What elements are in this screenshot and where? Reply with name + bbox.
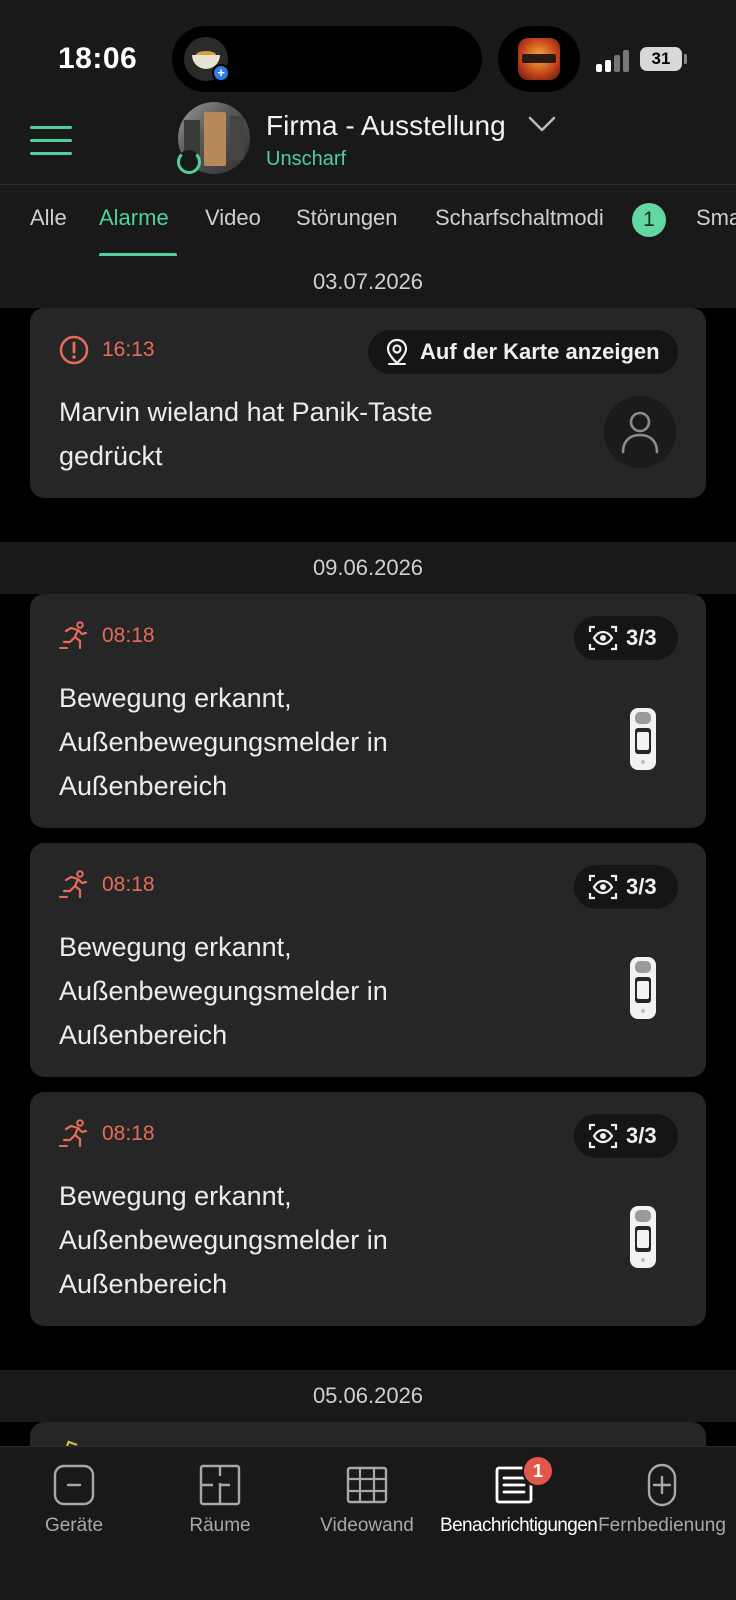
status-bar: 18:06 + 31	[0, 0, 736, 100]
tab-stoerungen[interactable]: Störungen	[296, 205, 398, 231]
event-time: 08:18	[102, 1122, 155, 1145]
event-text-line: gedrückt	[59, 441, 163, 471]
eye-scan-icon	[588, 1123, 618, 1149]
nav-benachrichtigungen[interactable]: 1 Benachrichtigungen	[440, 1447, 598, 1557]
photo-count-button[interactable]: 3/3	[574, 1114, 678, 1158]
remote-control-icon	[647, 1463, 677, 1507]
event-text-line: Außenbereich	[59, 771, 228, 801]
game-app-icon	[518, 38, 560, 80]
tab-badge: 1	[632, 203, 666, 237]
nav-raeume[interactable]: Räume	[146, 1447, 294, 1557]
nav-geraete[interactable]: Geräte	[0, 1447, 148, 1557]
notification-tabs: Alle Alarme Video Störungen Scharfschalt…	[0, 184, 736, 256]
map-pin-icon	[386, 338, 408, 365]
plus-badge-icon: +	[212, 64, 230, 82]
photo-count-button[interactable]: 3/3	[574, 865, 678, 909]
event-time: 08:18	[102, 873, 155, 896]
video-wall-icon	[346, 1466, 388, 1504]
event-text-line: Außenbereich	[59, 1269, 228, 1299]
event-text-line: Außenbewegungsmelder in	[59, 976, 388, 1006]
alert-circle-icon	[59, 335, 89, 365]
motion-running-icon	[59, 1119, 88, 1148]
battery-indicator: 31	[640, 47, 682, 71]
event-card-panic[interactable]: 16:13 Auf der Karte anzeigen Marvin wiel…	[30, 308, 706, 498]
sync-spinner-icon	[177, 150, 201, 174]
date-separator: 09.06.2026	[0, 542, 736, 594]
tab-video[interactable]: Video	[205, 205, 261, 231]
tab-alle[interactable]: Alle	[30, 205, 67, 231]
tab-alarme[interactable]: Alarme	[99, 205, 169, 231]
nav-videowand[interactable]: Videowand	[293, 1447, 441, 1557]
event-text-line: Marvin wieland hat Panik-Taste	[59, 397, 433, 427]
event-card-motion[interactable]: 08:18 3/3 Bewegung erkannt, Außenbewegun…	[30, 594, 706, 828]
device-icon	[53, 1464, 95, 1506]
show-on-map-label: Auf der Karte anzeigen	[420, 339, 660, 364]
eye-scan-icon	[588, 874, 618, 900]
event-time: 08:18	[102, 624, 155, 647]
nav-label: Fernbedienung	[598, 1515, 726, 1536]
date-separator: 03.07.2026	[0, 256, 736, 308]
nav-label: Räume	[189, 1515, 251, 1536]
motion-running-icon	[59, 870, 88, 899]
chevron-down-icon[interactable]	[528, 114, 556, 134]
nav-label: Geräte	[44, 1515, 104, 1536]
outdoor-motion-detector-icon	[630, 708, 656, 770]
event-card-motion[interactable]: 08:18 3/3 Bewegung erkannt, Außenbewegun…	[30, 1092, 706, 1326]
hub-arming-status: Unscharf	[266, 148, 347, 170]
cellular-signal-icon	[596, 50, 630, 72]
event-text-line: Bewegung erkannt,	[59, 932, 292, 962]
hamburger-menu-icon[interactable]	[30, 126, 72, 158]
person-avatar-icon	[604, 396, 676, 468]
rooms-icon	[199, 1464, 241, 1506]
event-text-line: Außenbewegungsmelder in	[59, 727, 388, 757]
nav-fernbedienung[interactable]: Fernbedienung	[588, 1447, 736, 1557]
eye-scan-icon	[588, 625, 618, 651]
outdoor-motion-detector-icon	[630, 1206, 656, 1268]
event-card-motion[interactable]: 08:18 3/3 Bewegung erkannt, Außenbewegun…	[30, 843, 706, 1077]
status-time: 18:06	[58, 42, 138, 75]
photo-count: 3/3	[626, 1123, 657, 1148]
event-text-line: Außenbereich	[59, 1020, 228, 1050]
app-screen: 18:06 + 31 Firma - Ausstellung Unscharf …	[0, 0, 736, 1600]
event-text-line: Bewegung erkannt,	[59, 1181, 292, 1211]
outdoor-motion-detector-icon	[630, 957, 656, 1019]
event-text-line: Außenbewegungsmelder in	[59, 1225, 388, 1255]
tab-scharfschaltmodi[interactable]: Scharfschaltmodi	[435, 205, 604, 231]
live-activity[interactable]	[498, 26, 580, 92]
hub-name[interactable]: Firma - Ausstellung	[266, 110, 506, 142]
nav-label: Benachrichtigungen	[440, 1515, 598, 1536]
bottom-navigation: Geräte Räume Videowand 1 Benachrichtigun…	[0, 1446, 736, 1600]
event-text-line: Bewegung erkannt,	[59, 683, 292, 713]
nav-label: Videowand	[320, 1515, 414, 1536]
tab-smart[interactable]: Sma	[696, 205, 736, 231]
app-header: Firma - Ausstellung Unscharf	[0, 100, 736, 184]
photo-count-button[interactable]: 3/3	[574, 616, 678, 660]
event-time: 16:13	[102, 338, 155, 361]
photo-count: 3/3	[626, 874, 657, 899]
motion-running-icon	[59, 621, 88, 650]
notification-badge: 1	[522, 1455, 554, 1487]
battery-tip	[684, 54, 687, 64]
dynamic-island[interactable]: +	[172, 26, 482, 92]
show-on-map-button[interactable]: Auf der Karte anzeigen	[368, 330, 678, 374]
date-separator: 05.06.2026	[0, 1370, 736, 1422]
photo-count: 3/3	[626, 625, 657, 650]
